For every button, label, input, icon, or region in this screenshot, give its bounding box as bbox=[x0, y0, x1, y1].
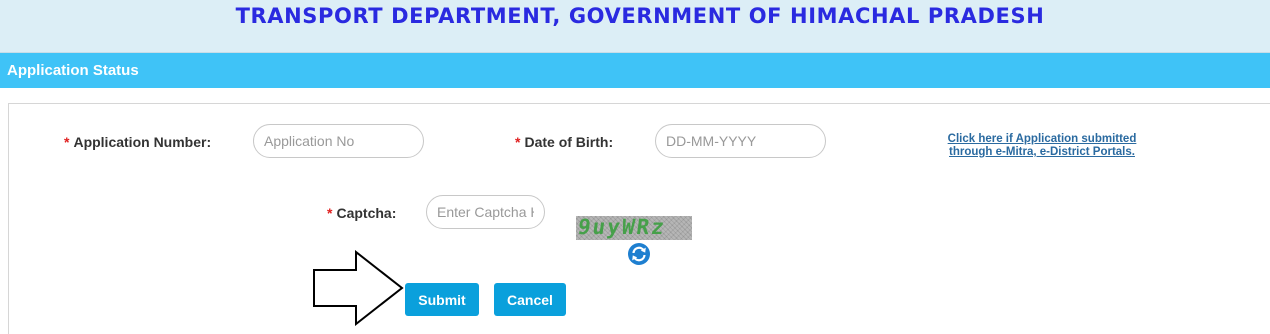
required-marker: * bbox=[327, 205, 333, 221]
cancel-button[interactable]: Cancel bbox=[494, 283, 566, 316]
required-marker: * bbox=[515, 134, 521, 150]
other-portal-link[interactable]: Click here if Application submitted thro… bbox=[944, 133, 1140, 159]
captcha-label: * Captcha: bbox=[327, 205, 396, 221]
application-number-label-text: Application Number: bbox=[73, 134, 212, 150]
page-title: TRANSPORT DEPARTMENT, GOVERNMENT OF HIMA… bbox=[235, 4, 1045, 28]
panel-header: Application Status bbox=[0, 53, 1270, 88]
required-marker: * bbox=[64, 134, 70, 150]
date-of-birth-label-text: Date of Birth: bbox=[524, 134, 614, 150]
application-number-input[interactable] bbox=[253, 124, 424, 158]
captcha-image-text: 9uyWRz bbox=[576, 216, 668, 239]
application-number-label: * Application Number: bbox=[64, 134, 211, 150]
page-header: TRANSPORT DEPARTMENT, GOVERNMENT OF HIMA… bbox=[0, 0, 1270, 53]
captcha-input[interactable] bbox=[426, 195, 545, 229]
submit-button[interactable]: Submit bbox=[405, 283, 479, 316]
arrow-right-icon bbox=[313, 250, 404, 326]
captcha-label-text: Captcha: bbox=[336, 205, 397, 221]
refresh-icon[interactable] bbox=[627, 242, 651, 266]
other-portal-link-line2: through e-Mitra, e-District Portals. bbox=[949, 146, 1135, 158]
other-portal-link-line1: Click here if Application submitted bbox=[947, 133, 1137, 145]
date-of-birth-label: * Date of Birth: bbox=[515, 134, 613, 150]
date-of-birth-input[interactable] bbox=[655, 124, 826, 158]
captcha-image: 9uyWRz bbox=[576, 216, 692, 240]
panel-title: Application Status bbox=[7, 62, 139, 79]
